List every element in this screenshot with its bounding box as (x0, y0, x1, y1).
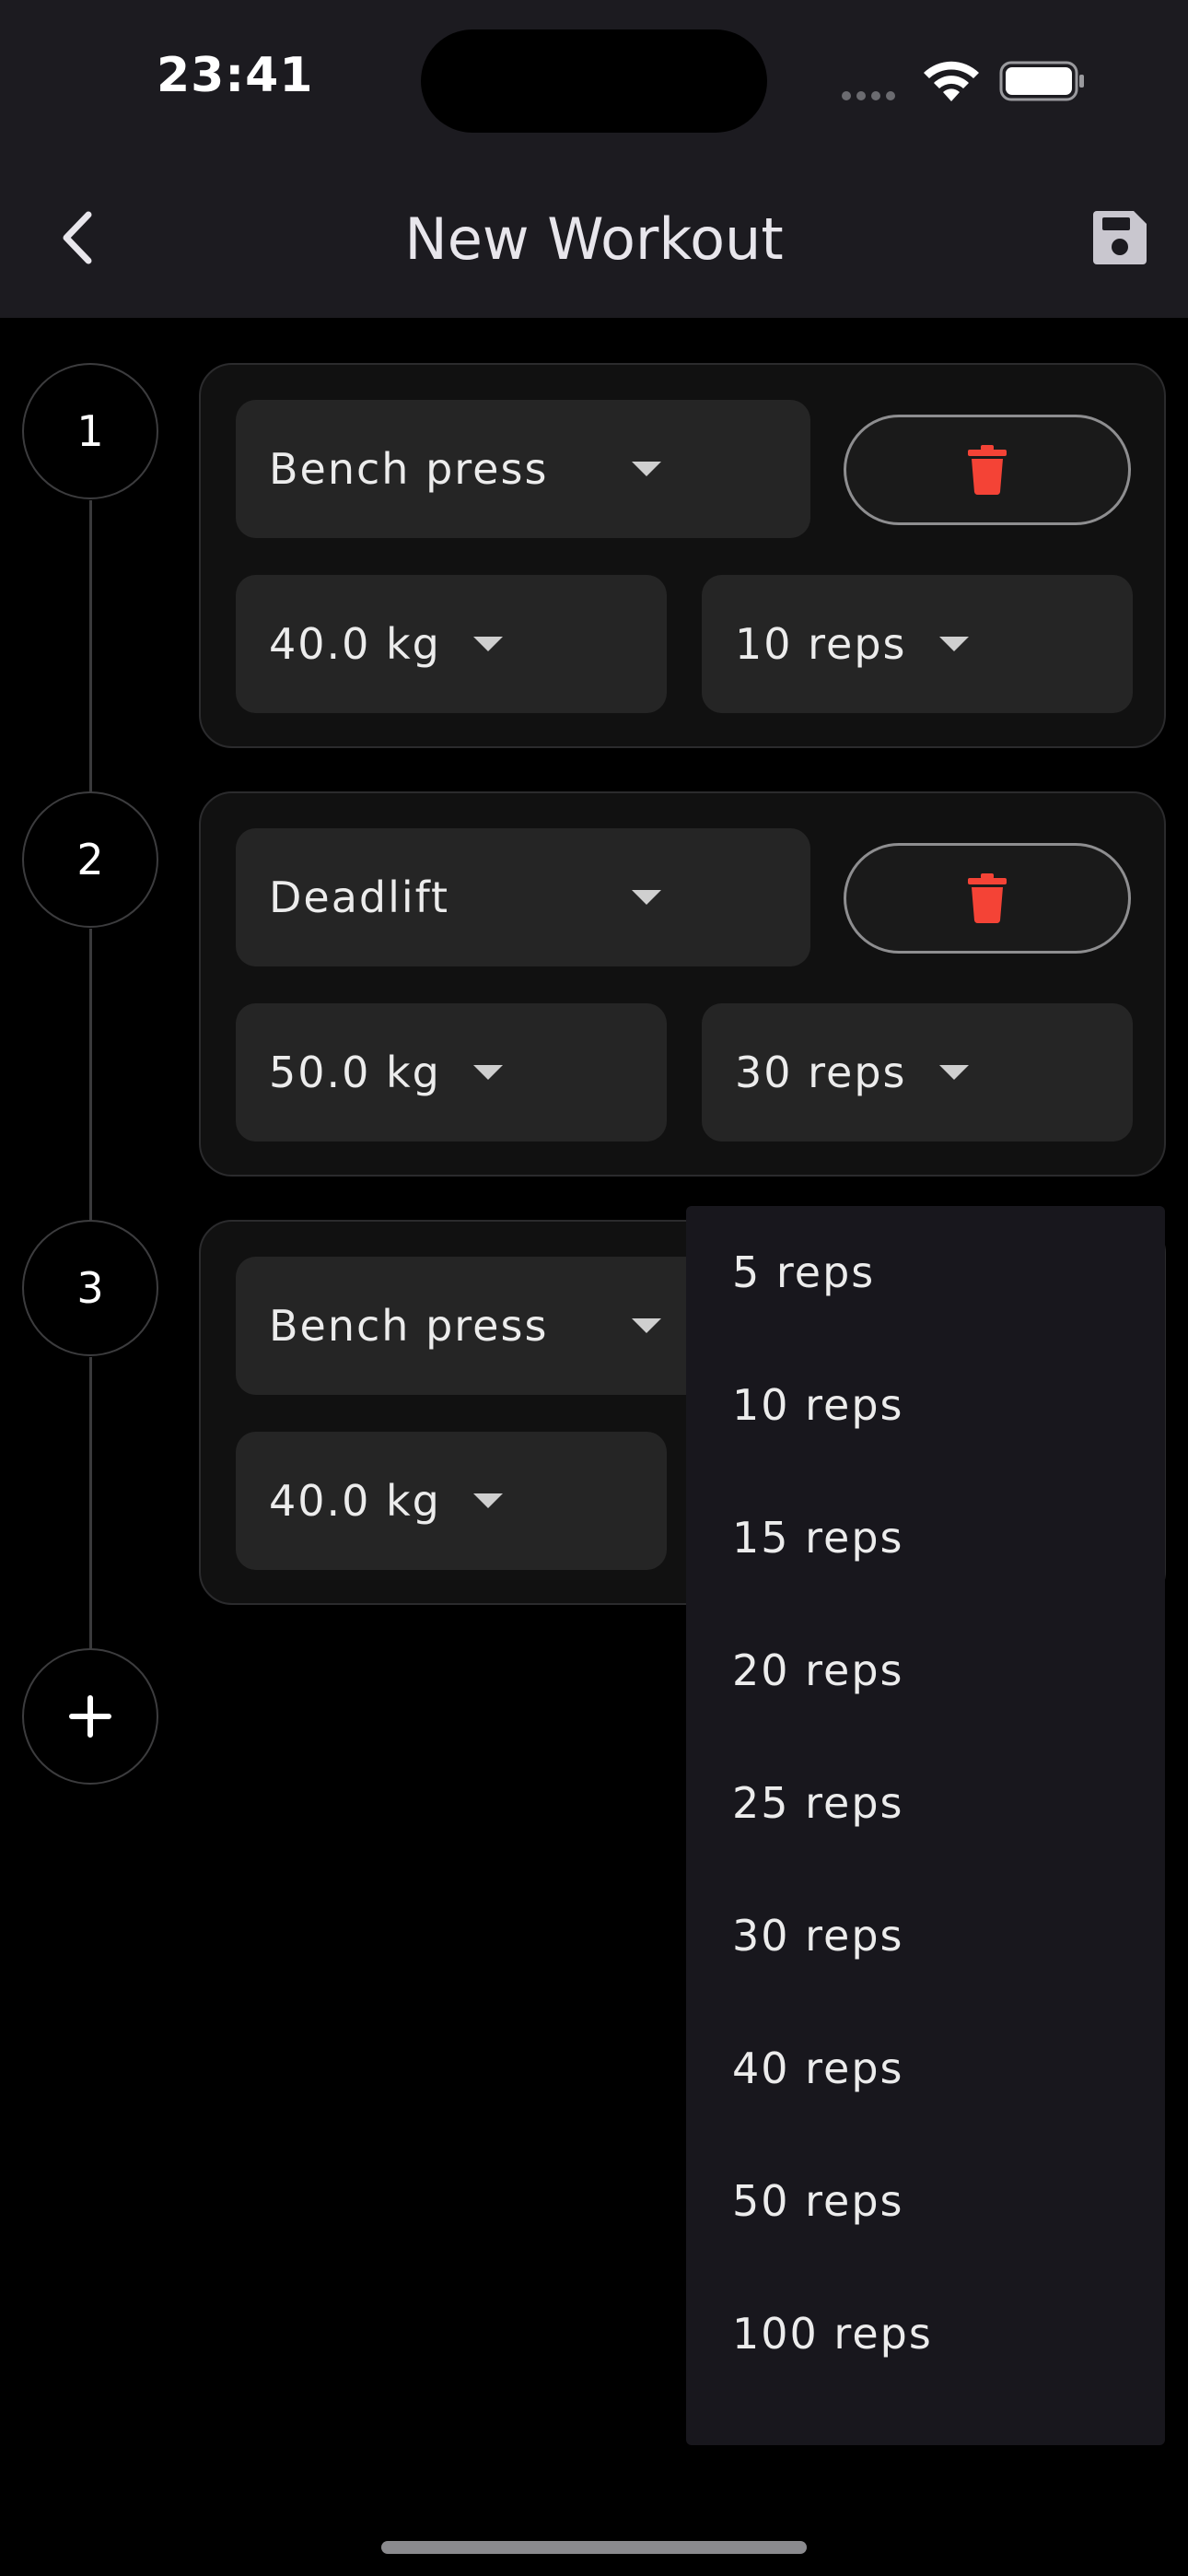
page-title: New Workout (404, 205, 784, 273)
reps-dropdown-menu: 5 reps 10 reps 15 reps 20 reps 25 reps 3… (686, 1206, 1165, 2445)
reps-option[interactable]: 15 reps (686, 1471, 1165, 1604)
timeline-connector (89, 929, 92, 1223)
battery-icon (999, 61, 1084, 101)
reps-option-label: 10 reps (732, 1380, 904, 1430)
trash-icon (968, 873, 1007, 924)
reps-option-label: 40 reps (732, 2043, 904, 2093)
weight-label: 40.0 kg (269, 619, 441, 669)
cellular-signal-icon (842, 87, 901, 104)
reps-option-label: 50 reps (732, 2176, 904, 2226)
delete-set-button[interactable] (844, 415, 1131, 525)
exercise-dropdown[interactable]: Deadlift (236, 828, 810, 966)
reps-option[interactable]: 30 reps (686, 1869, 1165, 2002)
reps-option-label: 100 reps (732, 2309, 933, 2359)
reps-option-label: 20 reps (732, 1645, 904, 1695)
floppy-disk-icon (1093, 211, 1147, 264)
add-set-button[interactable] (22, 1648, 158, 1785)
reps-label: 30 reps (735, 1048, 907, 1097)
exercise-dropdown[interactable]: Bench press (236, 400, 810, 538)
weight-label: 40.0 kg (269, 1476, 441, 1526)
reps-option-label: 25 reps (732, 1778, 904, 1828)
exercise-label: Bench press (269, 444, 549, 494)
reps-option[interactable]: 50 reps (686, 2135, 1165, 2267)
step-number-badge: 3 (22, 1220, 158, 1356)
weight-dropdown[interactable]: 40.0 kg (236, 1432, 667, 1570)
save-button[interactable] (1091, 209, 1148, 266)
dropdown-arrow-icon (632, 462, 661, 476)
reps-dropdown[interactable]: 10 reps (702, 575, 1133, 713)
app-bar: New Workout (0, 161, 1188, 318)
reps-option-label: 30 reps (732, 1911, 904, 1961)
reps-option[interactable]: 20 reps (686, 1604, 1165, 1737)
dropdown-arrow-icon (473, 1065, 503, 1080)
status-bar: 23:41 (0, 0, 1188, 161)
reps-option[interactable]: 10 reps (686, 1339, 1165, 1471)
status-time: 23:41 (157, 48, 314, 103)
reps-option[interactable]: 40 reps (686, 2002, 1165, 2135)
timeline-connector (89, 1357, 92, 1651)
dynamic-island (421, 29, 767, 133)
dropdown-arrow-icon (939, 637, 969, 651)
delete-set-button[interactable] (844, 843, 1131, 954)
dropdown-arrow-icon (632, 1318, 661, 1333)
weight-dropdown[interactable]: 40.0 kg (236, 575, 667, 713)
exercise-label: Bench press (269, 1301, 549, 1351)
reps-option-label: 15 reps (732, 1513, 904, 1563)
dropdown-arrow-icon (473, 637, 503, 651)
home-indicator (381, 2541, 807, 2554)
reps-label: 10 reps (735, 619, 907, 669)
step-number-badge: 1 (22, 363, 158, 499)
step-number-badge: 2 (22, 791, 158, 928)
reps-option-label: 5 reps (732, 1247, 876, 1297)
exercise-set-card: Deadlift 50.0 kg 30 reps (199, 791, 1166, 1177)
weight-label: 50.0 kg (269, 1048, 441, 1097)
trash-icon (968, 445, 1007, 496)
reps-option[interactable]: 25 reps (686, 1737, 1165, 1869)
dropdown-arrow-icon (632, 890, 661, 905)
reps-option[interactable]: 5 reps (686, 1206, 1165, 1339)
timeline-connector (89, 500, 92, 794)
reps-dropdown[interactable]: 30 reps (702, 1003, 1133, 1142)
exercise-set-card: Bench press 40.0 kg 10 reps (199, 363, 1166, 748)
dropdown-arrow-icon (939, 1065, 969, 1080)
dropdown-arrow-icon (473, 1493, 503, 1508)
plus-icon (69, 1695, 111, 1738)
wifi-icon (924, 61, 979, 101)
weight-dropdown[interactable]: 50.0 kg (236, 1003, 667, 1142)
reps-option[interactable]: 100 reps (686, 2267, 1165, 2400)
exercise-label: Deadlift (269, 872, 450, 922)
